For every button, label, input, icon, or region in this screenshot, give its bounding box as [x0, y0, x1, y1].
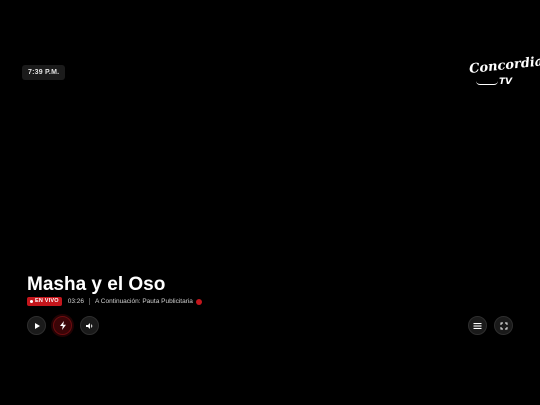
logo-swoosh [476, 81, 498, 85]
volume-icon [86, 322, 93, 329]
meta-divider [89, 298, 90, 305]
video-player[interactable]: 7:39 P.M. Concordia TV Masha y el Oso EN… [0, 0, 540, 405]
program-meta: EN VIVO 03:26 A Continuación: Pauta Publ… [27, 297, 202, 306]
live-label: EN VIVO [35, 298, 59, 304]
clock-badge: 7:39 P.M. [22, 65, 66, 80]
fullscreen-button[interactable] [494, 316, 513, 335]
play-icon [34, 322, 40, 329]
logo-wordmark: Concordia [468, 54, 540, 77]
next-up-dot-icon [195, 298, 202, 305]
next-up-label: A Continuación: Pauta Publicitaria [95, 298, 193, 305]
channel-logo: Concordia TV [468, 54, 540, 92]
lightning-icon [59, 321, 66, 330]
menu-button[interactable] [468, 316, 487, 335]
live-badge: EN VIVO [27, 297, 62, 306]
menu-icon [473, 322, 482, 329]
elapsed-time: 03:26 [67, 298, 84, 305]
play-button[interactable] [27, 316, 46, 335]
logo-suffix: TV [499, 77, 513, 87]
volume-button[interactable] [80, 316, 99, 335]
fullscreen-icon [500, 322, 507, 329]
program-title: Masha y el Oso [27, 274, 166, 295]
live-sync-button[interactable] [53, 316, 72, 335]
live-dot-icon [30, 300, 33, 303]
